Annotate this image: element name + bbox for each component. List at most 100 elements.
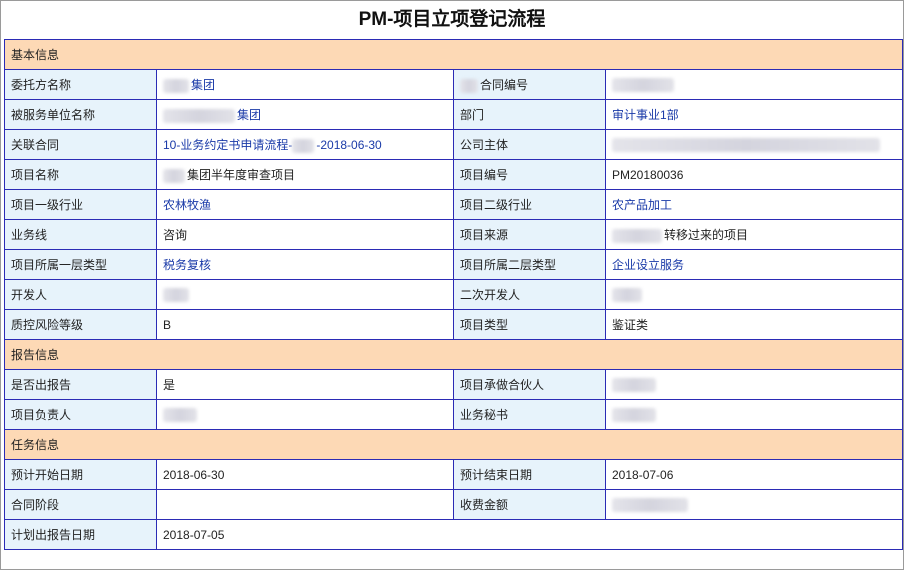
secondary-developer-field[interactable]	[604, 279, 904, 310]
risk-level-field[interactable]: B	[156, 309, 454, 340]
secretary-label: 业务秘书	[453, 399, 606, 430]
project-no-label: 项目编号	[453, 159, 606, 190]
contract-stage-field[interactable]	[156, 489, 454, 520]
planned-end-label: 预计结束日期	[453, 459, 606, 490]
section-row-basic: 基本信息	[3, 39, 904, 70]
type-l1-field[interactable]: 税务复核	[156, 249, 454, 280]
client-name-value: 集团	[191, 78, 216, 92]
section-header-task: 任务信息	[3, 429, 904, 460]
related-contract-label: 关联合同	[4, 129, 157, 160]
company-entity-field[interactable]	[604, 129, 904, 160]
contract-no-label-text: 合同编号	[480, 78, 529, 92]
served-unit-label: 被服务单位名称	[4, 99, 157, 130]
type-l1-value: 税务复核	[163, 258, 212, 272]
industry-l1-value: 农林牧渔	[163, 198, 212, 212]
planned-report-date-label: 计划出报告日期	[4, 519, 157, 550]
table-row: 是否出报告 是 项目承做合伙人	[4, 369, 904, 400]
redacted-block	[612, 377, 656, 392]
served-unit-field[interactable]: 集团	[156, 99, 454, 130]
registration-form-table: 基本信息 委托方名称 集团 合同编号 被服务单位名称 集团 部门 审计事业1部 …	[3, 39, 904, 550]
type-l2-value: 企业设立服务	[612, 258, 685, 272]
secondary-developer-label: 二次开发人	[453, 279, 606, 310]
section-header-basic: 基本信息	[3, 39, 904, 70]
project-lead-label: 项目负责人	[4, 399, 157, 430]
has-report-label: 是否出报告	[4, 369, 157, 400]
industry-l2-field[interactable]: 农产品加工	[604, 189, 904, 220]
client-name-field[interactable]: 集团	[156, 69, 454, 100]
redacted-block	[612, 287, 642, 302]
planned-start-field[interactable]: 2018-06-30	[156, 459, 454, 490]
has-report-field[interactable]: 是	[156, 369, 454, 400]
section-row-report: 报告信息	[3, 339, 904, 370]
form-window: PM-项目立项登记流程 基本信息 委托方名称 集团 合同编号 被服务单位名称 集…	[0, 0, 904, 570]
project-type-label: 项目类型	[453, 309, 606, 340]
industry-l1-field[interactable]: 农林牧渔	[156, 189, 454, 220]
project-source-value: 转移过来的项目	[664, 228, 749, 242]
redacted-block	[292, 138, 315, 153]
department-value: 审计事业1部	[612, 108, 679, 122]
table-row: 预计开始日期 2018-06-30 预计结束日期 2018-07-06	[4, 459, 904, 490]
contract-no-field[interactable]	[604, 69, 904, 100]
project-name-field[interactable]: 集团半年度审查项目	[156, 159, 454, 190]
project-source-field[interactable]: 转移过来的项目	[604, 219, 904, 250]
planned-report-date-field[interactable]: 2018-07-05	[155, 519, 904, 550]
type-l1-label: 项目所属一层类型	[4, 249, 157, 280]
project-name-value: 集团半年度审查项目	[187, 168, 296, 182]
department-label: 部门	[453, 99, 606, 130]
redacted-block	[612, 77, 674, 92]
redacted-block	[163, 78, 189, 93]
partner-field[interactable]	[604, 369, 904, 400]
type-l2-label: 项目所属二层类型	[453, 249, 606, 280]
redacted-block	[163, 168, 185, 183]
redacted-block	[612, 228, 662, 243]
table-row: 关联合同 10-业务约定书申请流程- -2018-06-30 公司主体	[4, 129, 904, 160]
redacted-block	[612, 497, 688, 512]
served-unit-value: 集团	[237, 108, 262, 122]
related-contract-value-prefix: 10-业务约定书申请流程-	[163, 138, 293, 152]
fee-amount-label: 收费金额	[453, 489, 606, 520]
redacted-block	[163, 407, 197, 422]
industry-l1-label: 项目一级行业	[4, 189, 157, 220]
partner-label: 项目承做合伙人	[453, 369, 606, 400]
project-type-field[interactable]: 鉴证类	[604, 309, 904, 340]
table-row: 业务线 咨询 项目来源 转移过来的项目	[4, 219, 904, 250]
table-row: 项目一级行业 农林牧渔 项目二级行业 农产品加工	[4, 189, 904, 220]
table-row: 委托方名称 集团 合同编号	[4, 69, 904, 100]
table-row: 项目所属一层类型 税务复核 项目所属二层类型 企业设立服务	[4, 249, 904, 280]
risk-level-label: 质控风险等级	[4, 309, 157, 340]
page-title: PM-项目立项登记流程	[358, 9, 546, 30]
secretary-field[interactable]	[604, 399, 904, 430]
project-name-label: 项目名称	[4, 159, 157, 190]
project-no-field[interactable]: PM20180036	[604, 159, 904, 190]
redacted-block	[612, 407, 656, 422]
table-row: 被服务单位名称 集团 部门 审计事业1部	[4, 99, 904, 130]
business-line-label: 业务线	[4, 219, 157, 250]
table-row: 质控风险等级 B 项目类型 鉴证类	[4, 309, 904, 340]
redacted-block	[460, 78, 478, 93]
developer-field[interactable]	[156, 279, 454, 310]
section-header-report: 报告信息	[3, 339, 904, 370]
table-row: 合同阶段 收费金额	[4, 489, 904, 520]
industry-l2-value: 农产品加工	[612, 198, 673, 212]
business-line-field[interactable]: 咨询	[156, 219, 454, 250]
type-l2-field[interactable]: 企业设立服务	[604, 249, 904, 280]
redacted-block	[612, 137, 880, 152]
contract-stage-label: 合同阶段	[4, 489, 157, 520]
redacted-block	[163, 108, 235, 123]
related-contract-value-suffix: -2018-06-30	[316, 138, 382, 152]
table-row: 开发人 二次开发人	[4, 279, 904, 310]
section-row-task: 任务信息	[3, 429, 904, 460]
industry-l2-label: 项目二级行业	[453, 189, 606, 220]
related-contract-field[interactable]: 10-业务约定书申请流程- -2018-06-30	[156, 129, 454, 160]
contract-no-label: 合同编号	[453, 69, 606, 100]
planned-end-field[interactable]: 2018-07-06	[604, 459, 904, 490]
company-entity-label: 公司主体	[453, 129, 606, 160]
fee-amount-field[interactable]	[604, 489, 904, 520]
table-row: 项目名称 集团半年度审查项目 项目编号 PM20180036	[4, 159, 904, 190]
table-row: 计划出报告日期 2018-07-05	[4, 519, 904, 550]
project-lead-field[interactable]	[156, 399, 454, 430]
planned-start-label: 预计开始日期	[4, 459, 157, 490]
project-source-label: 项目来源	[453, 219, 606, 250]
department-field[interactable]: 审计事业1部	[604, 99, 904, 130]
table-row: 项目负责人 业务秘书	[4, 399, 904, 430]
